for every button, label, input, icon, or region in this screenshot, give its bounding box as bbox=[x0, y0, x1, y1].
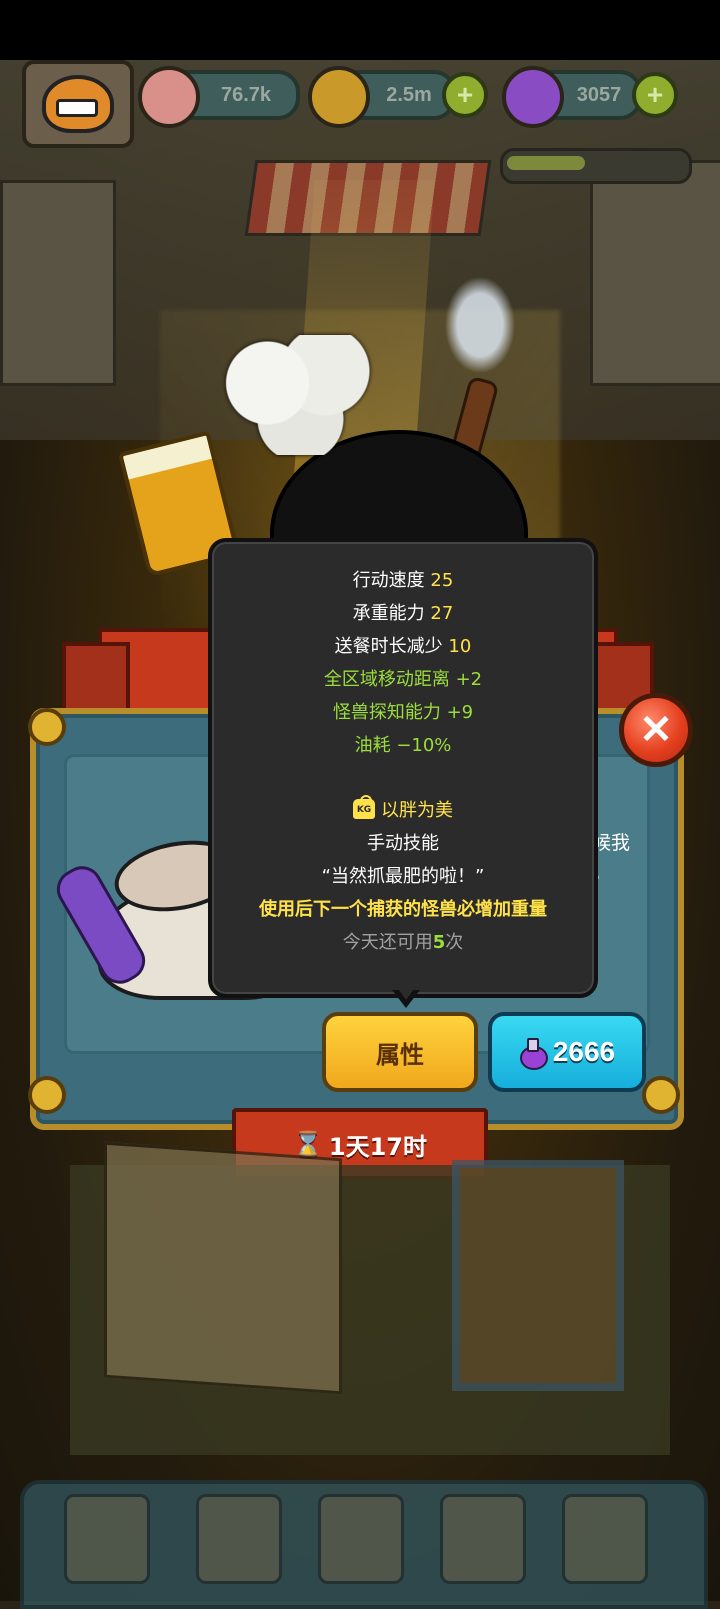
uses-suffix: 次 bbox=[445, 932, 464, 953]
skill-effect: 使用后下一个捕获的怪兽必增加重量 bbox=[259, 899, 547, 920]
panel-corner-ornament bbox=[642, 1076, 680, 1114]
skill-quote: “当然抓最肥的啦！” bbox=[321, 866, 485, 887]
player-avatar[interactable] bbox=[22, 60, 134, 148]
tooltip-pointer bbox=[392, 986, 420, 1008]
potion-currency: 3057 bbox=[502, 66, 642, 128]
attributes-button[interactable]: 属性 bbox=[322, 1012, 478, 1092]
nav-bag-icon[interactable] bbox=[440, 1494, 526, 1584]
nav-book-icon[interactable] bbox=[318, 1494, 404, 1584]
eyeball-icon bbox=[138, 66, 200, 128]
potion-icon bbox=[502, 66, 564, 128]
nav-shop-icon[interactable] bbox=[64, 1494, 150, 1584]
stat-value: 25 bbox=[430, 570, 454, 591]
nav-monster-icon[interactable] bbox=[196, 1494, 282, 1584]
stat-capacity: 承重能力 27 bbox=[212, 599, 594, 625]
eyeball-value: 76.7k bbox=[220, 83, 272, 106]
coin-value: 2.5m bbox=[386, 83, 432, 106]
eyeball-currency: 76.7k bbox=[138, 66, 300, 128]
nav-grid-icon[interactable] bbox=[562, 1494, 648, 1584]
panel-corner-ornament bbox=[28, 708, 66, 746]
bonus-detection: 怪兽探知能力 +9 bbox=[332, 702, 474, 723]
building-right bbox=[590, 160, 720, 386]
buy-button[interactable]: 2666 bbox=[488, 1012, 646, 1092]
stat-label: 送餐时长减少 bbox=[334, 636, 443, 657]
progress-fill bbox=[507, 156, 585, 170]
hourglass-icon: ⌛ bbox=[293, 1130, 323, 1158]
chef-hat bbox=[218, 335, 383, 455]
stat-delivery-time: 送餐时长减少 10 bbox=[212, 632, 594, 658]
uses-count: 5 bbox=[432, 932, 446, 953]
bonus-move-distance: 全区域移动距离 +2 bbox=[323, 669, 483, 690]
timer-text: 1天17时 bbox=[328, 1132, 427, 1161]
buy-price: 2666 bbox=[552, 1036, 616, 1067]
skill-title: KG 以胖为美 bbox=[212, 795, 594, 822]
smoke-puff bbox=[440, 270, 520, 380]
stat-speed: 行动速度 25 bbox=[212, 566, 594, 592]
stat-value: 10 bbox=[448, 636, 472, 657]
uses-prefix: 今天还可用 bbox=[342, 932, 433, 953]
potion-icon bbox=[519, 1038, 548, 1070]
coin-currency: 2.5m bbox=[308, 66, 456, 128]
skill-type: 手动技能 bbox=[367, 833, 439, 854]
monster-face-icon bbox=[42, 75, 114, 133]
skill-uses: 今天还可用5次 bbox=[212, 928, 594, 954]
bonus-fuel: 油耗 −10% bbox=[354, 735, 452, 756]
level-progress-bar bbox=[500, 148, 692, 184]
map-scroll bbox=[104, 1141, 342, 1395]
building-left bbox=[0, 180, 116, 386]
weight-kg-icon: KG bbox=[353, 795, 375, 819]
add-potion-button[interactable]: + bbox=[632, 72, 678, 118]
stat-label: 行动速度 bbox=[352, 570, 425, 591]
coin-icon bbox=[308, 66, 370, 128]
panel-corner-ornament bbox=[28, 1076, 66, 1114]
potion-value: 3057 bbox=[576, 83, 622, 106]
stat-value: 27 bbox=[430, 603, 454, 624]
stat-label: 承重能力 bbox=[352, 603, 425, 624]
add-coin-button[interactable]: + bbox=[442, 72, 488, 118]
window-frame bbox=[452, 1160, 624, 1391]
status-bar bbox=[0, 0, 720, 60]
close-button[interactable]: ✕ bbox=[619, 693, 693, 767]
attributes-tooltip: 行动速度 25 承重能力 27 送餐时长减少 10 全区域移动距离 +2 怪兽探… bbox=[208, 538, 598, 998]
skill-name: 以胖为美 bbox=[381, 800, 453, 821]
